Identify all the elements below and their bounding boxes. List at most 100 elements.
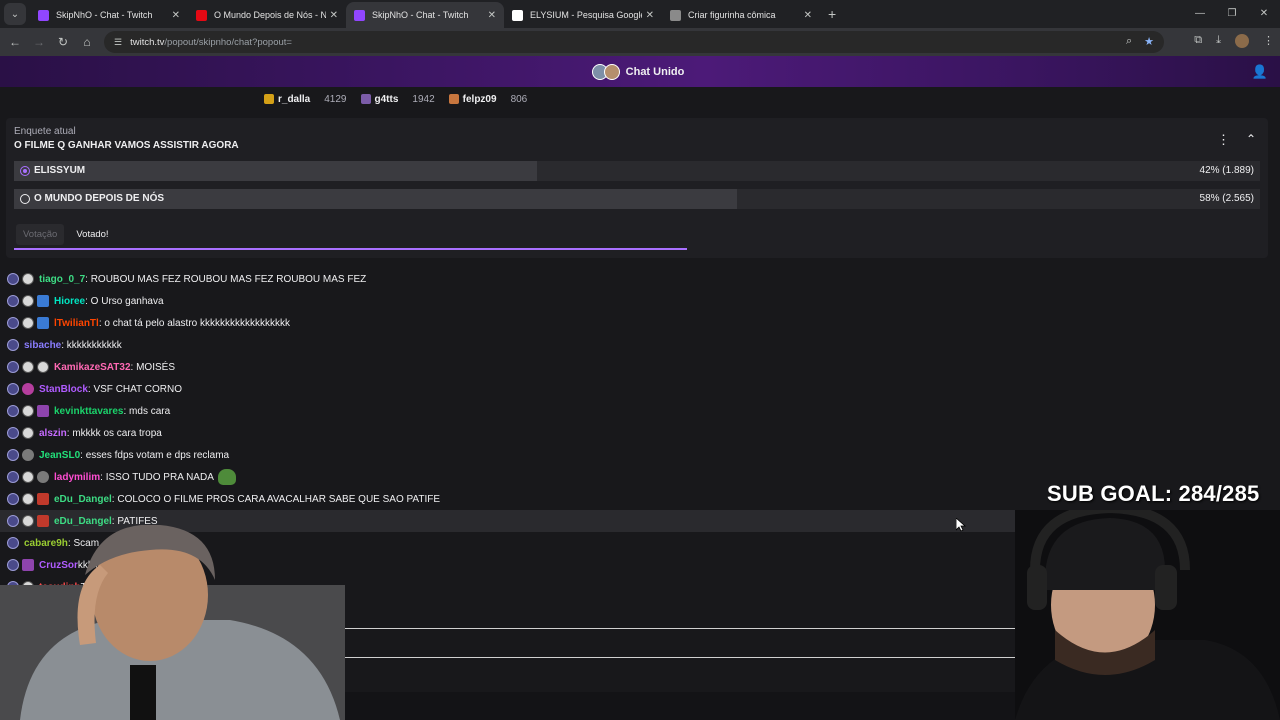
chat-username[interactable]: alszin — [39, 428, 67, 439]
grey-badge-icon[interactable] — [22, 449, 34, 461]
chat-username[interactable]: StanBlock — [39, 384, 88, 395]
more-options-icon[interactable]: ⋮ — [1217, 132, 1230, 148]
chat-username[interactable]: KamikazeSAT32 — [54, 362, 131, 373]
grey-badge-icon[interactable] — [37, 471, 49, 483]
chat-message: kevinkttavares: mds cara — [0, 400, 1280, 422]
mod-badge-icon[interactable] — [7, 405, 19, 417]
mod-badge-icon[interactable] — [7, 339, 19, 351]
gift-badge-icon[interactable] — [37, 493, 49, 505]
new-tab-plus-icon[interactable]: + — [828, 6, 836, 22]
vote-button[interactable]: Votação — [16, 224, 65, 245]
poll-option[interactable]: ELISSYUM 42% (1.889) — [14, 161, 1260, 181]
tab-close-icon[interactable]: ✕ — [172, 10, 180, 21]
poll-question: O FILME Q GANHAR VAMOS ASSISTIR AGORA — [14, 140, 239, 151]
users-icon[interactable]: 👤 — [1252, 64, 1268, 80]
close-window-icon[interactable]: ✕ — [1248, 0, 1280, 28]
collapse-chevron-icon[interactable]: ⌃ — [1246, 132, 1256, 146]
window-controls: — ❐ ✕ — [1184, 0, 1280, 28]
tab-close-icon[interactable]: ✕ — [330, 10, 338, 21]
download-icon[interactable]: ⤓ — [1216, 34, 1221, 48]
panda-badge-icon[interactable] — [22, 405, 34, 417]
panda-badge-icon[interactable] — [22, 493, 34, 505]
webcam-person-left — [0, 525, 345, 720]
chat-username[interactable]: sibache — [24, 340, 61, 351]
mod-badge-icon[interactable] — [7, 493, 19, 505]
chat-username[interactable]: lTwilianTl — [54, 318, 99, 329]
url-path: /popout/skipnho/chat?popout= — [164, 36, 292, 48]
tab-favicon-icon — [512, 9, 523, 21]
tab-close-icon[interactable]: ✕ — [488, 10, 496, 21]
leaderboard-entry[interactable]: r_dalla 4129 — [264, 94, 347, 105]
radio-unselected-icon[interactable] — [20, 194, 30, 204]
poll-option[interactable]: O MUNDO DEPOIS DE NÓS 58% (2.565) — [14, 189, 1260, 209]
tab-close-icon[interactable]: ✕ — [646, 10, 654, 21]
chat-username[interactable]: kevinkttavares — [54, 406, 124, 417]
mod-badge-icon[interactable] — [7, 471, 19, 483]
chat-text: : o chat tá pelo alastro kkkkkkkkkkkkkkk… — [98, 317, 290, 329]
tab-close-icon[interactable]: ✕ — [804, 10, 812, 21]
mod-badge-icon[interactable] — [7, 273, 19, 285]
forward-arrow-icon[interactable]: → — [27, 35, 51, 49]
channel-avatars — [591, 63, 620, 80]
extensions-icon[interactable]: ⧉ — [1194, 34, 1202, 48]
site-info-icon[interactable]: ☰ — [114, 37, 122, 48]
pink-badge-icon[interactable] — [22, 383, 34, 395]
poll-option-text: O MUNDO DEPOIS DE NÓS — [34, 193, 165, 204]
chat-message: StanBlock: VSF CHAT CORNO — [0, 378, 1280, 400]
bookmark-star-icon[interactable]: ★ — [1144, 35, 1154, 48]
chat-username[interactable]: ladymilim — [54, 472, 100, 483]
tab-favicon-icon — [670, 9, 681, 21]
browser-tab[interactable]: ELYSIUM - Pesquisa Google ✕ — [504, 2, 662, 28]
leaderboard-count: 1942 — [412, 93, 435, 105]
chat-message: lTwilianTl: o chat tá pelo alastro kkkkk… — [0, 312, 1280, 334]
panda-badge-icon[interactable] — [22, 317, 34, 329]
sub-goal-overlay: SUB GOAL: 284/285 — [1047, 481, 1260, 506]
panda-badge-icon[interactable] — [37, 361, 49, 373]
reload-icon[interactable]: ↻ — [51, 35, 75, 49]
tab-search-chevron-icon[interactable]: ⌄ — [4, 3, 26, 25]
chat-text: : ISSO TUDO PRA NADA — [100, 471, 214, 483]
purple-badge-icon[interactable] — [37, 405, 49, 417]
blue-badge-icon[interactable] — [37, 295, 49, 307]
zoom-icon[interactable]: ⌕ — [1126, 35, 1132, 48]
browser-tab[interactable]: SkipNhO - Chat - Twitch ✕ — [346, 2, 504, 28]
browser-menu-icon[interactable]: ⋮ — [1263, 34, 1274, 48]
mod-badge-icon[interactable] — [7, 449, 19, 461]
mouse-cursor-icon — [956, 518, 966, 532]
profile-avatar[interactable] — [1235, 34, 1249, 48]
browser-tab[interactable]: Criar figurinha cômica ✕ — [662, 2, 820, 28]
mod-badge-icon[interactable] — [7, 383, 19, 395]
mod-badge-icon[interactable] — [7, 295, 19, 307]
address-bar[interactable]: ☰ twitch.tv/popout/skipnho/chat?popout= … — [104, 31, 1164, 53]
browser-tab[interactable]: O Mundo Depois de Nós - Net ✕ — [188, 2, 346, 28]
chat-username[interactable]: JeanSL0 — [39, 450, 80, 461]
leaderboard-entry[interactable]: felpz09 806 — [448, 94, 527, 105]
browser-tab[interactable]: SkipNhO - Chat - Twitch ✕ — [30, 2, 188, 28]
panda-badge-icon[interactable] — [22, 471, 34, 483]
chat-text: : VSF CHAT CORNO — [87, 383, 182, 395]
panda-badge-icon[interactable] — [22, 361, 34, 373]
blue-badge-icon[interactable] — [37, 317, 49, 329]
panda-badge-icon[interactable] — [22, 295, 34, 307]
leaderboard-count: 4129 — [324, 93, 347, 105]
panda-badge-icon[interactable] — [22, 273, 34, 285]
chat-message: sibache: kkkkkkkkkkk — [0, 334, 1280, 356]
mod-badge-icon[interactable] — [7, 361, 19, 373]
tab-favicon-icon — [38, 9, 49, 21]
chat-username[interactable]: Hioree — [54, 296, 85, 307]
panda-badge-icon[interactable] — [22, 427, 34, 439]
radio-selected-icon[interactable] — [20, 166, 30, 176]
leaderboard-entry[interactable]: g4tts 1942 — [360, 93, 435, 105]
chat-username[interactable]: eDu_Dangel — [54, 494, 112, 505]
mod-badge-icon[interactable] — [7, 317, 19, 329]
minimize-icon[interactable]: — — [1184, 0, 1216, 28]
restore-icon[interactable]: ❐ — [1216, 0, 1248, 28]
chat-text: : kkkkkkkkkkk — [61, 339, 122, 351]
chat-username[interactable]: tiago_0_7 — [39, 274, 85, 285]
chat-message: KamikazeSAT32: MOISÉS — [0, 356, 1280, 378]
back-arrow-icon[interactable]: ← — [3, 35, 27, 49]
mod-badge-icon[interactable] — [7, 427, 19, 439]
tab-list: SkipNhO - Chat - Twitch ✕ O Mundo Depois d… — [30, 0, 820, 28]
gift-icon — [264, 94, 274, 104]
home-icon[interactable]: ⌂ — [75, 35, 99, 49]
